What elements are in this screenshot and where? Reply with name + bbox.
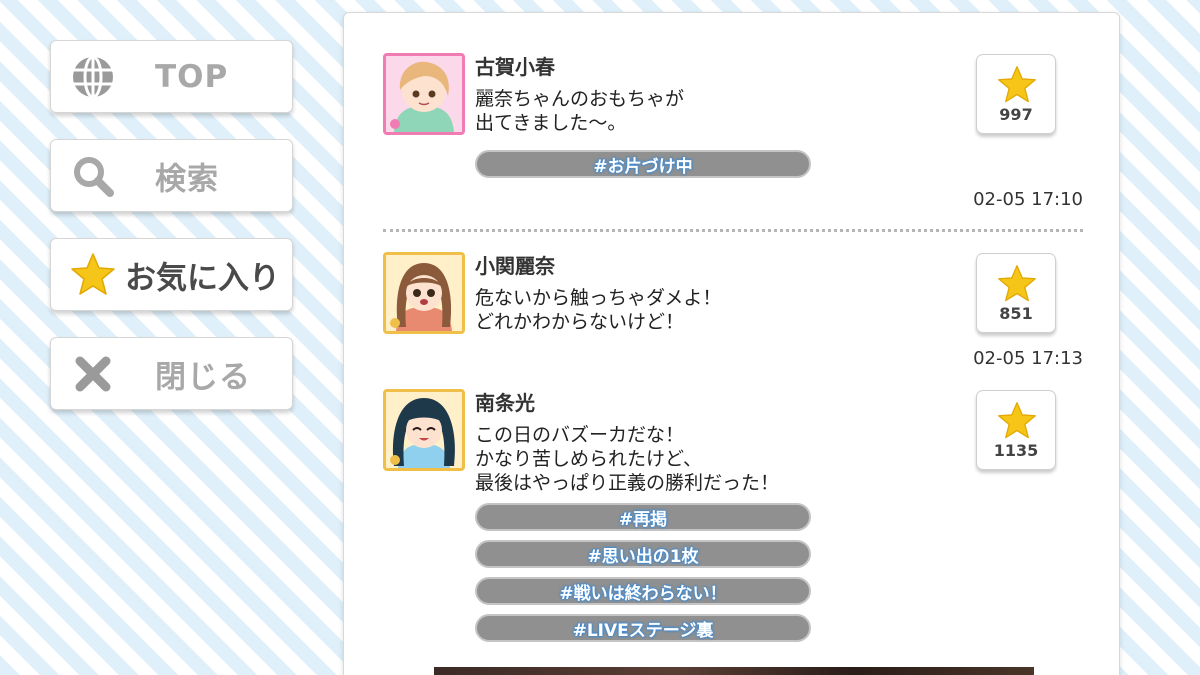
hashtag-button[interactable]: #再掲	[475, 503, 811, 531]
like-button[interactable]: 997	[976, 54, 1056, 134]
character-portrait	[386, 255, 462, 331]
side-menu: TOP 検索 お気に入り 閉じる	[50, 40, 293, 436]
hashtag-button[interactable]: #お片づけ中	[475, 150, 811, 178]
like-count: 997	[999, 105, 1033, 124]
avatar[interactable]	[383, 252, 465, 334]
post-timestamp: 02-05 17:10	[973, 189, 1083, 210]
like-count: 851	[999, 304, 1033, 323]
top-label: TOP	[155, 58, 229, 95]
search-button[interactable]: 検索	[50, 139, 293, 212]
post-timestamp: 02-05 17:13	[973, 348, 1083, 369]
favorites-button[interactable]: お気に入り	[50, 238, 293, 311]
close-icon	[69, 350, 117, 398]
post-author: 小関麗奈	[475, 254, 555, 278]
like-count: 1135	[993, 441, 1039, 460]
character-portrait	[386, 56, 462, 132]
star-icon	[69, 251, 117, 299]
tag-list: #再掲 #思い出の1枚 #戦いは終わらない！ #LIVEステージ裏	[475, 503, 811, 651]
star-icon	[998, 265, 1036, 302]
globe-icon	[69, 53, 117, 101]
post-message: この日のバズーカだな！ かなり苦しめられたけど、 最後はやっぱり正義の勝利だった…	[475, 424, 780, 494]
hashtag-button[interactable]: #LIVEステージ裏	[475, 614, 811, 642]
post-photo[interactable]	[434, 667, 1034, 675]
close-button[interactable]: 閉じる	[50, 337, 293, 410]
favorites-label: お気に入り	[125, 260, 280, 296]
post-author: 古賀小春	[475, 55, 555, 79]
search-icon	[69, 152, 117, 200]
post-divider	[383, 229, 1083, 232]
star-icon	[998, 402, 1036, 439]
close-label: 閉じる	[155, 359, 251, 395]
search-label: 検索	[155, 161, 219, 197]
like-button[interactable]: 851	[976, 253, 1056, 333]
avatar[interactable]	[383, 389, 465, 471]
post-author: 南条光	[475, 391, 535, 415]
hashtag-button[interactable]: #思い出の1枚	[475, 540, 811, 568]
tag-list: #お片づけ中	[475, 150, 811, 187]
post-message: 危ないから触っちゃダメよ！ どれかわからないけど！	[475, 287, 722, 333]
post-message: 麗奈ちゃんのおもちゃが 出てきました～。	[475, 88, 685, 134]
character-portrait	[386, 392, 462, 468]
like-button[interactable]: 1135	[976, 390, 1056, 470]
star-icon	[998, 66, 1036, 103]
avatar[interactable]	[383, 53, 465, 135]
hashtag-button[interactable]: #戦いは終わらない！	[475, 577, 811, 605]
top-button[interactable]: TOP	[50, 40, 293, 113]
feed-panel: 古賀小春 麗奈ちゃんのおもちゃが 出てきました～。 #お片づけ中 997 02-…	[343, 12, 1120, 675]
